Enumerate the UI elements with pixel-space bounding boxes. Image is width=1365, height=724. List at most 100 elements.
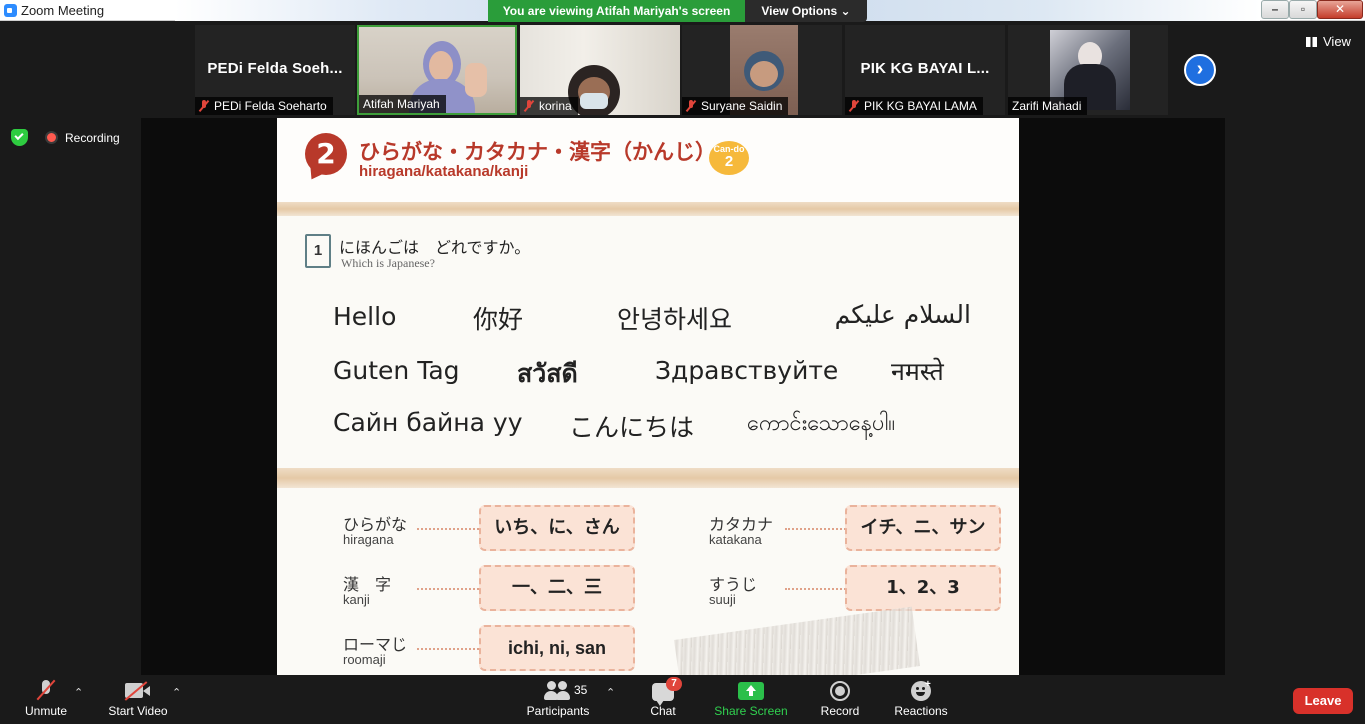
minimize-icon: – (1271, 2, 1279, 16)
window-title: Zoom Meeting (21, 3, 105, 18)
dotted-leader (417, 588, 479, 590)
video-icon-wrap (104, 676, 172, 704)
maximize-icon: ▫ (1300, 2, 1306, 16)
chevron-down-icon: ⌄ (840, 4, 851, 18)
participant-name: Zarifi Mahadi (1012, 99, 1082, 113)
record-label: Record (820, 704, 860, 718)
header-divider-band (277, 202, 1019, 216)
dotted-leader (417, 648, 479, 650)
video-options-caret[interactable]: ⌃ (172, 686, 181, 699)
greeting-arabic: السلام عليكم (834, 300, 971, 329)
reactions-label: Reactions (894, 704, 948, 718)
participant-tile[interactable]: Zarifi Mahadi (1008, 25, 1168, 115)
greeting-mongolian: Сайн байна уу (333, 408, 523, 437)
mic-muted-icon (686, 100, 696, 112)
encryption-shield-icon[interactable] (11, 129, 28, 146)
view-layout-button[interactable]: View (1306, 34, 1351, 49)
record-icon-wrap (816, 676, 864, 704)
script-label-romaji: roomaji (343, 652, 386, 667)
video-person-mask (580, 93, 608, 109)
greeting-japanese: こんにちは (569, 413, 695, 442)
cando-number: 2 (724, 153, 734, 170)
recording-status: Recording (65, 131, 120, 145)
grid-view-icon (1306, 37, 1317, 47)
leave-button[interactable]: Leave (1293, 688, 1353, 714)
record-button[interactable]: Record (816, 676, 864, 718)
script-example-box: イチ、ニ、サン (845, 505, 1001, 551)
close-button[interactable]: ✕ (1317, 0, 1363, 19)
participant-display-name: PEDi Felda Soeh... (207, 60, 343, 77)
greeting-english: Hello (333, 302, 397, 331)
recording-icon (45, 131, 58, 144)
chat-unread-badge: 7 (666, 677, 682, 691)
mic-muted-icon (37, 679, 55, 703)
participant-tile[interactable]: Suryane Saidin (682, 25, 842, 115)
video-off-icon (125, 683, 151, 699)
start-video-button[interactable]: Start Video (104, 676, 172, 718)
view-options-button[interactable]: View Options ⌄ (745, 0, 867, 22)
participant-name: PIK KG BAYAI LAMA (864, 99, 977, 113)
share-screen-button[interactable]: Share Screen (714, 676, 788, 718)
reactions-button[interactable]: Reactions (892, 676, 950, 718)
unmute-button[interactable]: Unmute (16, 676, 76, 718)
unmute-icon-wrap (16, 676, 76, 704)
greeting-chinese: 你好 (473, 305, 524, 334)
section-subtitle: hiragana/katakana/kanji (359, 163, 529, 180)
unmute-label: Unmute (24, 704, 68, 718)
dotted-leader (785, 528, 846, 530)
share-screen-label: Share Screen (714, 704, 788, 718)
participant-name-label: PIK KG BAYAI LAMA (845, 97, 983, 115)
script-label-romaji: hiragana (343, 532, 394, 547)
participant-name: PEDi Felda Soeharto (214, 99, 327, 113)
greeting-thai: สวัสดี (517, 359, 578, 388)
reactions-icon-wrap (892, 676, 950, 704)
script-label-romaji: kanji (343, 592, 370, 607)
view-options-label: View Options (761, 4, 838, 18)
video-person-hand (465, 63, 487, 97)
video-person-face (750, 61, 778, 87)
participants-count: 35 (574, 683, 588, 697)
record-icon (830, 681, 850, 701)
audio-options-caret[interactable]: ⌃ (74, 686, 83, 699)
participant-tile[interactable]: PEDi Felda Soeh... PEDi Felda Soeharto (195, 25, 355, 115)
maximize-button[interactable]: ▫ (1289, 0, 1317, 19)
participants-options-caret[interactable]: ⌃ (606, 686, 615, 699)
participant-tile[interactable]: korina (520, 25, 680, 115)
section-divider-band (277, 468, 1019, 488)
question-number-box: 1 (305, 234, 331, 268)
section-number-badge: 2 (305, 133, 347, 175)
mic-muted-icon (849, 100, 859, 112)
share-icon-wrap (714, 676, 788, 704)
start-video-label: Start Video (108, 704, 168, 718)
participant-tile-active[interactable]: Atifah Mariyah (357, 25, 517, 115)
script-label-romaji: katakana (709, 532, 762, 547)
share-screen-icon (738, 682, 764, 700)
viewing-screen-banner: You are viewing Atifah Mariyah's screen (488, 0, 745, 22)
zoom-logo-icon (4, 4, 17, 17)
view-label: View (1323, 34, 1351, 49)
script-example-box: 一、二、三 (479, 565, 635, 611)
cando-badge: Can-do 2 (709, 141, 749, 175)
shared-slide: 2 ひらがな・カタカナ・漢字（かんじ） hiragana/katakana/ka… (277, 118, 1019, 675)
question-japanese: にほんごは どれですか。 (339, 238, 531, 257)
mic-muted-icon (524, 100, 534, 112)
participants-label: Participants (526, 704, 590, 718)
script-example-box: ichi, ni, san (479, 625, 635, 671)
section-title: ひらがな・カタカナ・漢字（かんじ） (359, 140, 716, 164)
minimize-button[interactable]: – (1261, 0, 1289, 19)
decorative-background-print (673, 606, 921, 675)
next-page-button[interactable]: › (1184, 54, 1216, 86)
participant-name-label: Suryane Saidin (682, 97, 789, 115)
participant-name: Suryane Saidin (701, 99, 783, 113)
participants-icon (544, 681, 572, 701)
participant-name: Atifah Mariyah (363, 97, 440, 111)
participant-tile[interactable]: PIK KG BAYAI L... PIK KG BAYAI LAMA (845, 25, 1005, 115)
script-example-box: いち、に、さん (479, 505, 635, 551)
greeting-german: Guten Tag (333, 356, 460, 385)
script-label-romaji: suuji (709, 592, 736, 607)
close-icon: ✕ (1334, 2, 1346, 16)
participant-name-label: Zarifi Mahadi (1008, 97, 1088, 115)
chat-label: Chat (650, 704, 676, 718)
add-reaction-icon: + (925, 679, 931, 690)
participant-name-label: korina (520, 97, 578, 115)
